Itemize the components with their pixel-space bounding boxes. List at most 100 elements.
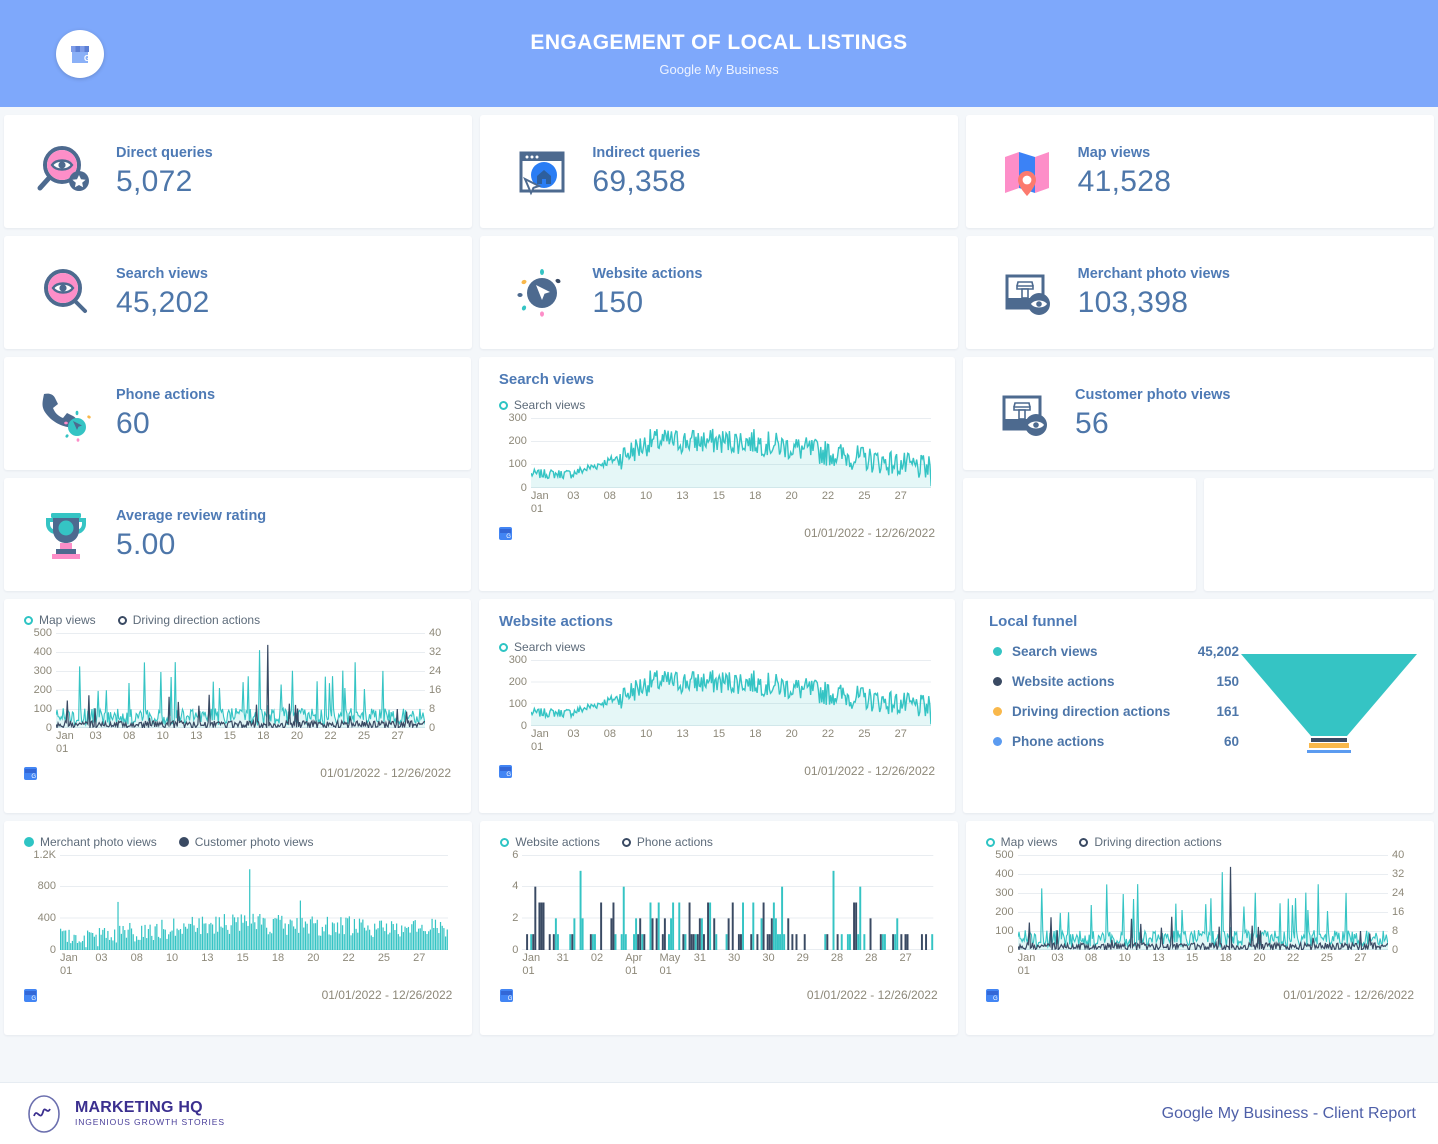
kpi-card-search-views[interactable]: Search views 45,202 — [4, 236, 473, 349]
funnel-stage-row[interactable]: Search views 45,202 — [993, 644, 1239, 659]
funnel-stage-row[interactable]: Website actions 150 — [993, 674, 1239, 689]
google-my-business-icon — [24, 989, 37, 1002]
kpi-card-website-actions[interactable]: Website actions 150 — [480, 236, 958, 349]
plot-area — [60, 855, 449, 950]
kpi-card-indirect-queries[interactable]: Indirect queries 69,358 — [480, 115, 958, 228]
funnel-stage-label: Driving direction actions — [1012, 704, 1171, 719]
funnel-stage-label: Website actions — [1012, 674, 1115, 689]
x-tick: 28 — [865, 952, 878, 964]
kpi-chart-row-3: Phone actions 60 Average review rating 5… — [0, 357, 1438, 591]
kpi-card-merchant-photo-views[interactable]: Merchant photo views 103,398 — [965, 236, 1435, 349]
dashboard-grid: Direct queries 5,072 Indirect queries 69… — [0, 107, 1438, 1035]
legend-ring-icon — [117, 615, 127, 625]
y-tick: 200 — [508, 675, 528, 688]
y-tick: 200 — [995, 906, 1014, 918]
funnel-stage-row[interactable]: Phone actions 60 — [993, 734, 1239, 749]
x-tick: 27 — [391, 730, 404, 742]
kpi-label: Website actions — [592, 265, 703, 282]
legend-dot-icon — [178, 837, 189, 847]
x-tick: 18 — [749, 490, 762, 502]
storefront-eye-icon — [981, 385, 1069, 443]
search-views-chart-panel[interactable]: Search views Search views 300 200 100 0 — [478, 357, 955, 591]
legend-item[interactable]: Customer photo views — [178, 835, 313, 849]
legend-item[interactable]: Driving direction actions — [117, 613, 261, 627]
kpi-value: 5,072 — [116, 164, 193, 198]
legend-label: Map views — [39, 613, 96, 627]
legend-dot-icon — [24, 837, 34, 847]
y-axis-right: 40 32 24 16 8 0 — [1388, 849, 1414, 956]
report-footer: MARKETING HQ INGENIOUS GROWTH STORIES Go… — [0, 1082, 1438, 1144]
legend-item[interactable]: Website actions — [500, 835, 600, 849]
brand-name: MARKETING HQ — [75, 1098, 203, 1116]
legend-item[interactable]: Search views — [499, 640, 585, 654]
funnel-stage-label: Phone actions — [1012, 734, 1105, 749]
x-tick: 15 — [1186, 952, 1199, 964]
kpi-card-direct-queries[interactable]: Direct queries 5,072 — [4, 115, 473, 228]
funnel-stage-label: Search views — [1012, 644, 1098, 659]
legend-label: Website actions — [515, 835, 600, 849]
legend-item[interactable]: Map views — [985, 835, 1057, 849]
chart-title: Local funnel — [989, 613, 1078, 630]
x-tick: 22 — [1287, 952, 1300, 964]
local-funnel-panel[interactable]: Local funnel Search views 45,202 Website… — [963, 599, 1434, 813]
x-tick: 15 — [712, 728, 726, 740]
x-tick: 22 — [342, 952, 355, 964]
kpi-card-map-views[interactable]: Map views 41,528 — [965, 115, 1435, 228]
x-tick: 03 — [1051, 952, 1064, 964]
photo-views-chart-panel[interactable]: Merchant photo views Customer photo view… — [4, 821, 473, 1035]
map-views-driving-panel-left[interactable]: Map views Driving direction actions 500 … — [4, 599, 472, 813]
legend-item[interactable]: Phone actions — [621, 835, 713, 849]
website-phone-actions-chart-panel[interactable]: Website actions Phone actions 6 4 2 0 Ja… — [480, 821, 958, 1035]
funnel-stage-value: 161 — [1216, 704, 1239, 719]
google-my-business-icon — [500, 989, 514, 1002]
funnel-stage-row[interactable]: Driving direction actions 161 — [993, 704, 1239, 719]
x-tick: 22 — [821, 490, 835, 502]
kpi-card-average-review-rating[interactable]: Average review rating 5.00 — [4, 478, 471, 591]
y-axis-left: 500 400 300 200 100 0 — [24, 627, 56, 734]
x-tick: 27 — [894, 728, 907, 740]
map-views-driving-panel-right[interactable]: Map views Driving direction actions 500 … — [965, 821, 1435, 1035]
legend-item[interactable]: Search views — [498, 398, 585, 412]
kpi-label: Merchant photo views — [1077, 265, 1230, 282]
x-tick: 22 — [324, 730, 337, 742]
y-tick: 300 — [995, 887, 1014, 899]
legend-ring-icon — [499, 642, 509, 652]
search-eye-star-icon — [22, 143, 110, 201]
x-tick: 28 — [830, 952, 844, 964]
chart-legend: Search views — [498, 398, 935, 412]
y-tick: 0 — [429, 722, 436, 734]
x-tick: 18 — [749, 728, 762, 740]
legend-item[interactable]: Driving direction actions — [1079, 835, 1222, 849]
kpi-card-phone-actions[interactable]: Phone actions 60 — [4, 357, 471, 470]
website-actions-chart-panel[interactable]: Website actions Search views 300 200 100… — [479, 599, 955, 813]
chart-legend: Map views Driving direction actions — [985, 835, 1414, 849]
kpi-card-customer-photo-views[interactable]: Customer photo views 56 — [963, 357, 1434, 470]
x-tick: 13 — [201, 952, 214, 964]
y-tick: 0 — [1007, 944, 1014, 956]
x-tick: 20 — [290, 730, 304, 742]
x-axis: Jan 01 31 02 Apr 01 May 01 31 30 30 29 2… — [500, 952, 937, 978]
google-my-business-icon — [24, 767, 37, 780]
y-tick: 8 — [1392, 925, 1399, 937]
y-axis: 300 200 100 0 — [499, 654, 531, 732]
funnel-graphic — [1239, 644, 1419, 770]
kpi-value: 41,528 — [1077, 164, 1172, 198]
legend-item[interactable]: Merchant photo views — [24, 835, 157, 849]
x-tick: Jan 01 — [522, 952, 541, 977]
cursor-click-icon — [498, 264, 586, 322]
x-tick: 10 — [640, 728, 653, 740]
chart-legend: Website actions Phone actions — [500, 835, 937, 849]
legend-item[interactable]: Map views — [24, 613, 96, 627]
brand-logo: MARKETING HQ INGENIOUS GROWTH STORIES — [22, 1094, 225, 1134]
x-tick: Jan 01 — [531, 728, 549, 753]
x-axis: Jan 01 03 08 10 13 15 18 20 22 25 27 — [499, 490, 935, 516]
browser-click-icon — [498, 143, 586, 201]
legend-label: Merchant photo views — [40, 835, 157, 849]
y-axis: 1.2K 800 400 0 — [24, 849, 60, 956]
x-tick: Jan 01 — [530, 490, 549, 515]
chart-legend: Merchant photo views Customer photo view… — [24, 835, 452, 849]
legend-label: Driving direction actions — [132, 613, 261, 627]
legend-label: Driving direction actions — [1094, 835, 1222, 849]
y-tick: 0 — [1392, 944, 1399, 956]
legend-label: Phone actions — [636, 835, 713, 849]
